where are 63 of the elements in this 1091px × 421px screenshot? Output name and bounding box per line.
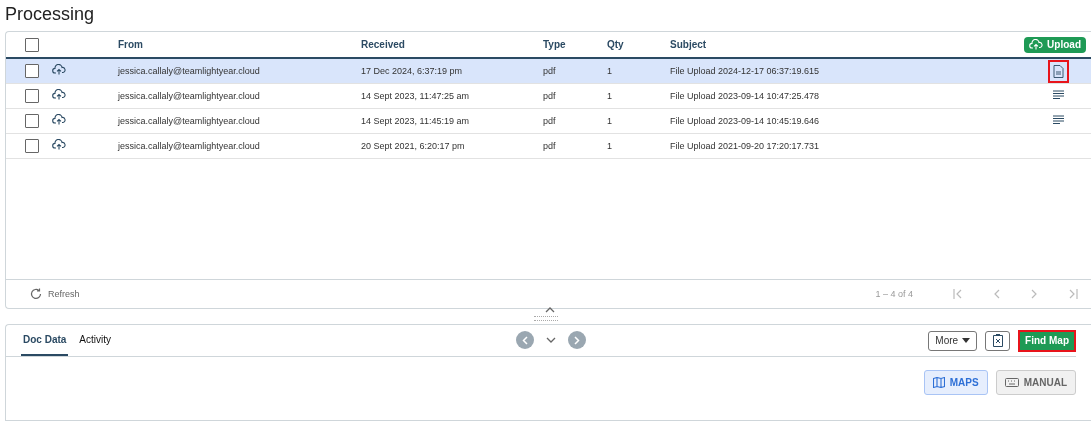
qty-cell-text: 1 — [607, 66, 613, 76]
collapse-up-icon[interactable] — [545, 306, 555, 313]
type-cell-text: pdf — [543, 91, 557, 101]
refresh-button[interactable]: Refresh — [24, 287, 86, 301]
column-header: From — [118, 39, 144, 50]
expand-down-icon[interactable] — [546, 336, 556, 344]
column-header: Received — [361, 39, 406, 50]
first-page-icon — [952, 289, 964, 299]
clipboard-x-icon — [992, 334, 1003, 347]
map-icon — [932, 377, 945, 388]
chevron-left-icon — [522, 335, 528, 345]
tab[interactable]: Activity — [77, 325, 114, 356]
tab[interactable]: Doc Data — [21, 325, 69, 356]
caret-icon — [962, 338, 971, 343]
qty-cell-text: 1 — [607, 116, 613, 126]
cloud-upload-icon — [1029, 38, 1044, 51]
received-cell-text: 14 Sept 2023, 11:45:19 am — [361, 116, 470, 126]
page-range: 1 – 4 of 4 — [875, 289, 913, 299]
subject-cell-text: File Upload 2024-12-17 06:37:19.615 — [670, 66, 821, 76]
mode-button[interactable]: MAPS — [923, 370, 988, 395]
text-lines-icon[interactable] — [1052, 114, 1064, 124]
qty-cell-text: 1 — [607, 141, 613, 151]
column-header: Qty — [607, 39, 625, 50]
delete-document-button[interactable] — [985, 330, 1011, 351]
cloud-upload-icon — [52, 139, 66, 151]
row-checkbox[interactable] — [25, 64, 39, 78]
refresh-icon — [30, 288, 42, 300]
find-map-button[interactable]: Find Map — [1020, 331, 1074, 350]
subject-cell-text: File Upload 2021-09-20 17:20:17.731 — [670, 141, 821, 151]
cloud-upload-icon — [52, 114, 66, 126]
select-all-checkbox[interactable] — [25, 37, 39, 52]
keyboard-icon — [1004, 378, 1019, 387]
sender-cell-text: jessica.callaly@teamlightyear.cloud — [118, 116, 261, 126]
row-checkbox[interactable] — [25, 89, 39, 103]
type-cell-text: pdf — [543, 141, 557, 151]
text-lines-icon[interactable] — [1052, 89, 1064, 99]
subject-cell-text: File Upload 2023-09-14 10:45:19.646 — [670, 116, 821, 126]
qty-cell-text: 1 — [607, 91, 613, 101]
page-title: Processing — [5, 4, 96, 26]
chevron-right-icon — [574, 335, 580, 345]
row-checkbox[interactable] — [25, 114, 39, 128]
cloud-upload-icon — [52, 64, 66, 76]
chevron-right-icon — [1030, 289, 1038, 299]
row-checkbox[interactable] — [25, 139, 39, 153]
more-dropdown[interactable]: More — [928, 330, 978, 351]
mode-button[interactable]: MANUAL — [995, 370, 1076, 395]
sender-cell-text: jessica.callaly@teamlightyear.cloud — [118, 91, 261, 101]
sender-cell-text: jessica.callaly@teamlightyear.cloud — [118, 141, 261, 151]
chevron-left-icon — [992, 289, 1000, 299]
received-cell-text: 20 Sept 2021, 6:20:17 pm — [361, 141, 466, 151]
received-cell-text: 17 Dec 2024, 6:37:19 pm — [361, 66, 464, 76]
table-row[interactable]: jessica.callaly@teamlightyear.cloud 17 Dec 2024, 6:37:19 pm pdf 1 File Upload 2024-12-17 06:37:19.615 — [6, 59, 1091, 84]
cloud-upload-icon — [52, 89, 66, 101]
received-cell-text: 14 Sept 2023, 11:47:25 am — [361, 91, 470, 101]
resize-handle[interactable] — [533, 316, 558, 321]
column-header: Subject — [670, 39, 708, 50]
type-cell-text: pdf — [543, 66, 557, 76]
sender-cell-text: jessica.callaly@teamlightyear.cloud — [118, 66, 261, 76]
upload-button[interactable]: Upload — [1024, 36, 1086, 53]
subject-cell-text: File Upload 2023-09-14 10:47:25.478 — [670, 91, 821, 101]
type-cell-text: pdf — [543, 116, 557, 126]
pdf-file-icon[interactable] — [1052, 64, 1064, 78]
column-header: Type — [543, 39, 567, 50]
